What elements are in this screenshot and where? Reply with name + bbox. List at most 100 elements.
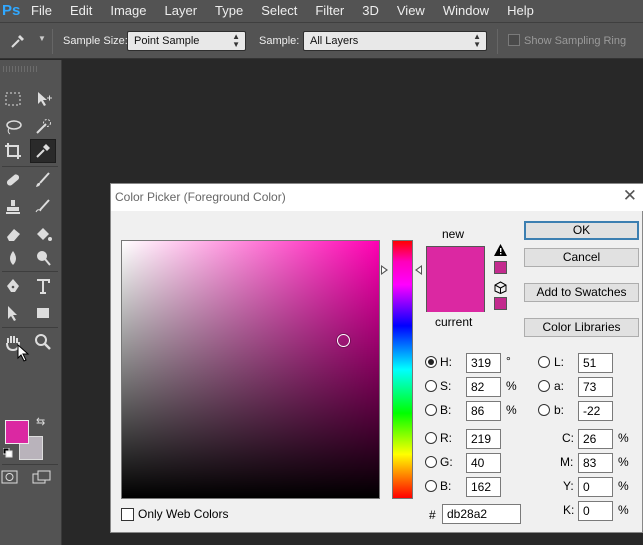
options-bar: ▼ Sample Size: Point Sample ▲ ▼ Sample: A… <box>0 22 643 59</box>
cyan-field[interactable]: 26 <box>578 429 613 449</box>
photoshop-logo: Ps <box>2 2 21 19</box>
menu-file[interactable]: File <box>22 0 61 22</box>
web-safe-cube-icon[interactable] <box>494 281 507 297</box>
menu-bar: Ps File Edit Image Layer Type Select Fil… <box>0 0 643 22</box>
show-sampling-ring-checkbox[interactable] <box>508 34 520 46</box>
blue-field[interactable]: 162 <box>466 477 501 497</box>
current-color-swatch[interactable] <box>427 280 484 312</box>
eyedropper-preset-icon[interactable] <box>8 31 32 51</box>
move-icon[interactable] <box>30 87 56 111</box>
b-channel-field[interactable]: -22 <box>578 401 613 421</box>
divider <box>2 271 58 272</box>
lightness-field[interactable]: 51 <box>578 353 613 373</box>
divider <box>2 327 58 328</box>
stamp-icon[interactable] <box>0 195 26 219</box>
red-radio[interactable] <box>425 432 437 444</box>
menu-image[interactable]: Image <box>101 0 155 22</box>
panel-grip[interactable] <box>3 66 37 72</box>
ok-button[interactable]: OK <box>524 221 639 240</box>
eyedropper-icon[interactable] <box>30 139 56 163</box>
a-channel-radio[interactable] <box>538 380 550 392</box>
menu-filter[interactable]: Filter <box>306 0 353 22</box>
swap-colors-icon[interactable]: ⇆ <box>36 415 45 428</box>
yellow-field[interactable]: 0 <box>578 477 613 497</box>
sample-select[interactable]: All Layers ▲ ▼ <box>303 31 487 51</box>
blue-radio[interactable] <box>425 480 437 492</box>
saturation-field[interactable]: 82 <box>466 377 501 397</box>
percent-unit: % <box>506 379 517 393</box>
quick-mask-icon[interactable] <box>0 468 20 486</box>
crop-icon[interactable] <box>0 139 26 163</box>
gamut-warning-icon[interactable] <box>494 244 507 259</box>
hue-label: H: <box>440 355 452 369</box>
magenta-label: M: <box>560 455 574 469</box>
pen-icon[interactable] <box>0 274 26 298</box>
foreground-color-swatch[interactable] <box>5 420 29 444</box>
add-to-swatches-button[interactable]: Add to Swatches <box>524 283 639 302</box>
gamut-color-swatch[interactable] <box>494 261 507 274</box>
a-channel-field[interactable]: 73 <box>578 377 613 397</box>
eraser-icon[interactable] <box>0 222 26 246</box>
preset-dropdown-icon[interactable]: ▼ <box>38 34 46 44</box>
hue-slider[interactable] <box>392 240 413 499</box>
hex-field[interactable]: db28a2 <box>442 504 521 524</box>
dialog-titlebar[interactable]: Color Picker (Foreground Color) ✕ <box>111 184 643 211</box>
hue-field[interactable]: 319 <box>466 353 501 373</box>
menu-select[interactable]: Select <box>252 0 306 22</box>
black-label: K: <box>563 503 575 517</box>
yellow-label: Y: <box>563 479 574 493</box>
hex-label: # <box>429 508 436 522</box>
only-web-colors-checkbox[interactable] <box>121 508 134 521</box>
zoom-icon[interactable] <box>30 330 56 354</box>
percent-unit: % <box>618 455 629 469</box>
web-safe-color-swatch[interactable] <box>494 297 507 310</box>
color-field-marker[interactable] <box>337 334 350 347</box>
hue-slider-right-arrow[interactable] <box>415 265 422 275</box>
divider <box>52 29 53 54</box>
close-icon[interactable]: ✕ <box>623 187 637 205</box>
hue-slider-left-arrow[interactable] <box>381 265 388 275</box>
type-icon[interactable] <box>30 274 56 298</box>
sample-size-select[interactable]: Point Sample ▲ ▼ <box>127 31 246 51</box>
saturation-radio[interactable] <box>425 380 437 392</box>
dodge-icon[interactable] <box>30 246 56 270</box>
lasso-icon[interactable] <box>0 115 26 139</box>
sample-size-label: Sample Size: <box>63 35 128 47</box>
history-brush-icon[interactable] <box>30 195 56 219</box>
quick-select-icon[interactable] <box>30 115 56 139</box>
green-radio[interactable] <box>425 456 437 468</box>
path-select-icon[interactable] <box>0 301 26 325</box>
marquee-icon[interactable] <box>0 87 26 111</box>
menu-window[interactable]: Window <box>434 0 498 22</box>
menu-view[interactable]: View <box>388 0 434 22</box>
green-field[interactable]: 40 <box>466 453 501 473</box>
screen-mode-icon[interactable] <box>30 468 54 486</box>
percent-unit: % <box>618 431 629 445</box>
new-color-swatch <box>427 247 484 280</box>
menu-3d[interactable]: 3D <box>353 0 388 22</box>
menu-help[interactable]: Help <box>498 0 543 22</box>
tools-panel: ⇆ <box>0 60 62 545</box>
brush-icon[interactable] <box>30 168 56 192</box>
current-label: current <box>435 315 473 329</box>
color-field[interactable] <box>121 240 380 499</box>
brightness-radio[interactable] <box>425 404 437 416</box>
hue-radio[interactable] <box>425 356 437 368</box>
default-colors-icon[interactable] <box>2 447 13 461</box>
black-field[interactable]: 0 <box>578 501 613 521</box>
menu-layer[interactable]: Layer <box>156 0 207 22</box>
menu-edit[interactable]: Edit <box>61 0 101 22</box>
shape-icon[interactable] <box>30 301 56 325</box>
menu-type[interactable]: Type <box>206 0 252 22</box>
color-libraries-button[interactable]: Color Libraries <box>524 318 639 337</box>
lightness-radio[interactable] <box>538 356 550 368</box>
healing-icon[interactable] <box>0 168 26 192</box>
red-field[interactable]: 219 <box>466 429 501 449</box>
paint-bucket-icon[interactable] <box>30 222 56 246</box>
blur-icon[interactable] <box>0 246 26 270</box>
b-channel-radio[interactable] <box>538 404 550 416</box>
cancel-button[interactable]: Cancel <box>524 248 639 267</box>
magenta-field[interactable]: 83 <box>578 453 613 473</box>
brightness-field[interactable]: 86 <box>466 401 501 421</box>
cyan-label: C: <box>562 431 574 445</box>
